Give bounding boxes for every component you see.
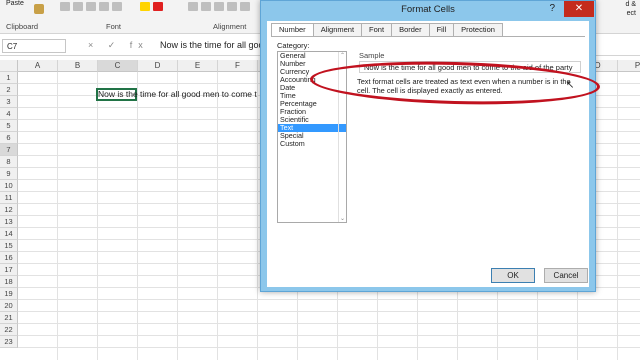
column-header-c[interactable]: C xyxy=(98,60,138,72)
close-button[interactable]: ✕ xyxy=(564,1,594,17)
scroll-up-icon[interactable]: ⌃ xyxy=(339,52,346,59)
category-fraction[interactable]: Fraction xyxy=(278,108,346,116)
category-special[interactable]: Special xyxy=(278,132,346,140)
tab-protection[interactable]: Protection xyxy=(453,23,503,36)
row-header-20[interactable]: 20 xyxy=(0,300,18,312)
tab-alignment[interactable]: Alignment xyxy=(312,23,363,36)
formula-icons[interactable]: × ✓ fx xyxy=(88,40,149,51)
font-group-label: Font xyxy=(106,22,122,31)
row-header-4[interactable]: 4 xyxy=(0,108,18,120)
row-header-11[interactable]: 11 xyxy=(0,192,18,204)
row-header-19[interactable]: 19 xyxy=(0,288,18,300)
font-controls[interactable] xyxy=(60,2,122,11)
dialog-title: Format Cells xyxy=(401,4,455,15)
mouse-cursor-icon: ↖ xyxy=(566,80,575,91)
alignment-controls[interactable] xyxy=(188,2,250,11)
row-gridline xyxy=(18,347,640,348)
category-general[interactable]: General xyxy=(278,52,346,60)
row-header-7[interactable]: 7 xyxy=(0,144,18,156)
row-header-6[interactable]: 6 xyxy=(0,132,18,144)
sample-label: Sample xyxy=(359,51,385,60)
category-percentage[interactable]: Percentage xyxy=(278,100,346,108)
row-header-14[interactable]: 14 xyxy=(0,228,18,240)
row-header-2[interactable]: 2 xyxy=(0,84,18,96)
column-header-e[interactable]: E xyxy=(178,60,218,72)
row-header-22[interactable]: 22 xyxy=(0,324,18,336)
ok-button[interactable]: OK xyxy=(491,268,535,283)
row-header-8[interactable]: 8 xyxy=(0,156,18,168)
fill-color-icon[interactable] xyxy=(140,2,163,11)
row-header-16[interactable]: 16 xyxy=(0,252,18,264)
name-box[interactable]: C7 xyxy=(2,39,66,53)
column-header-b[interactable]: B xyxy=(58,60,98,72)
ribbon-right-top: d & xyxy=(625,1,636,8)
column-gridline xyxy=(137,72,138,360)
category-time[interactable]: Time xyxy=(278,92,346,100)
select-all-corner[interactable] xyxy=(0,60,18,72)
category-custom[interactable]: Custom xyxy=(278,140,346,148)
row-gridline xyxy=(18,335,640,336)
row-header-17[interactable]: 17 xyxy=(0,264,18,276)
column-gridline xyxy=(97,72,98,360)
category-scientific[interactable]: Scientific xyxy=(278,116,346,124)
alignment-group-label: Alignment xyxy=(213,22,247,31)
tab-fill[interactable]: Fill xyxy=(428,23,455,36)
row-header-15[interactable]: 15 xyxy=(0,240,18,252)
row-header-21[interactable]: 21 xyxy=(0,312,18,324)
column-header-f[interactable]: F xyxy=(218,60,258,72)
tab-border[interactable]: Border xyxy=(391,23,430,36)
column-gridline xyxy=(617,72,618,360)
format-painter-icon[interactable] xyxy=(34,4,44,14)
row-header-10[interactable]: 10 xyxy=(0,180,18,192)
dialog-tabs: Number Alignment Font Border Fill Protec… xyxy=(271,23,503,37)
format-cells-dialog: Format Cells ? ✕ Number Alignment Font B… xyxy=(260,0,596,292)
column-gridline xyxy=(57,72,58,360)
row-header-1[interactable]: 1 xyxy=(0,72,18,84)
tab-number[interactable]: Number xyxy=(271,23,314,37)
row-header-3[interactable]: 3 xyxy=(0,96,18,108)
row-gridline xyxy=(18,323,640,324)
ribbon-right-text: d & ect xyxy=(625,0,636,18)
column-header-a[interactable]: A xyxy=(18,60,58,72)
row-header-23[interactable]: 23 xyxy=(0,336,18,348)
ribbon-right-bottom: ect xyxy=(626,10,636,17)
paste-button[interactable]: Paste xyxy=(6,0,24,7)
column-gridline xyxy=(177,72,178,360)
row-gridline xyxy=(18,311,640,312)
tab-divider xyxy=(271,36,585,37)
row-header-18[interactable]: 18 xyxy=(0,276,18,288)
clipboard-group-label: Clipboard xyxy=(6,22,39,31)
category-text[interactable]: Text xyxy=(278,124,346,132)
column-header-d[interactable]: D xyxy=(138,60,178,72)
column-gridline xyxy=(217,72,218,360)
category-label: Category: xyxy=(277,41,310,50)
cell-c7-text: Now is the time for all good men to come… xyxy=(98,89,257,99)
help-icon[interactable]: ? xyxy=(549,3,555,14)
row-header-5[interactable]: 5 xyxy=(0,120,18,132)
column-header-p[interactable]: P xyxy=(618,60,640,72)
row-header-12[interactable]: 12 xyxy=(0,204,18,216)
cancel-button[interactable]: Cancel xyxy=(544,268,588,283)
column-gridline xyxy=(257,72,258,360)
row-header-9[interactable]: 9 xyxy=(0,168,18,180)
row-header-13[interactable]: 13 xyxy=(0,216,18,228)
scroll-down-icon[interactable]: ⌄ xyxy=(339,215,346,222)
row-gridline xyxy=(18,299,640,300)
tab-font[interactable]: Font xyxy=(361,23,393,36)
